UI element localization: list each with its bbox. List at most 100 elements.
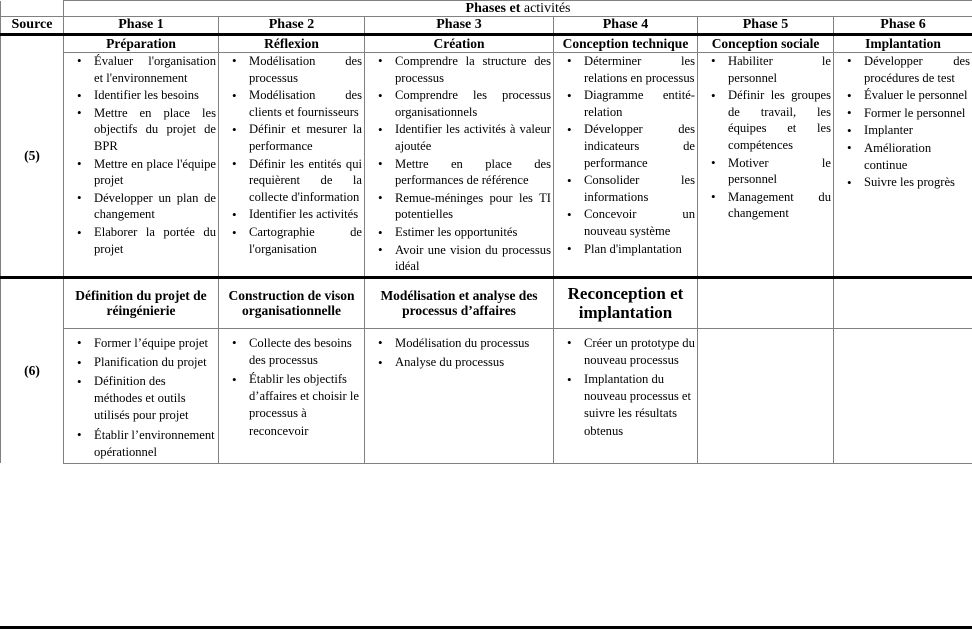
row-6-content-row: Former l’équipe projet Planification du p… bbox=[1, 327, 972, 464]
activity-item: Cartographie de l'organisation bbox=[232, 223, 362, 257]
activities-r6-phase-2: Collecte des besoins des processusÉtabli… bbox=[218, 327, 365, 464]
activity-item: Amélioration continue bbox=[847, 139, 970, 173]
activities-r5-phase-2: Modélisation des processusModélisation d… bbox=[218, 51, 365, 278]
activities-r5-phase-6: Développer des procédures de testÉvaluer… bbox=[832, 51, 972, 278]
activity-item: Identifier les besoins bbox=[77, 87, 216, 104]
activity-list: Collecte des besoins des processusÉtabli… bbox=[219, 334, 364, 440]
activity-item: Former l’équipe projet bbox=[77, 334, 216, 352]
banner-regular-text: activités bbox=[520, 1, 571, 16]
activities-r6-phase-1: Former l’équipe projet Planification du p… bbox=[63, 327, 219, 464]
activity-item: Management du changement bbox=[711, 188, 831, 222]
activities-r5-phase-3: Comprendre la structure des processusCom… bbox=[364, 51, 554, 278]
subtitle-r6-phase-1: Définition du projet de réingénierie bbox=[63, 275, 219, 329]
activity-item: Implanter bbox=[847, 122, 970, 139]
phases-activities-table: Phases et activités Source Phase 1 Phase… bbox=[0, 0, 972, 464]
banner-phases-et-activites: Phases et activités bbox=[62, 0, 972, 18]
activities-r6-phase-5 bbox=[697, 327, 834, 464]
activity-item: Former le personnel bbox=[847, 104, 970, 122]
activity-list: Développer des procédures de testÉvaluer… bbox=[834, 52, 972, 191]
row-5-subtitle-row: (5) Préparation Réflexion Création Conce… bbox=[0, 34, 972, 278]
activity-item: Elaborer la portée du projet bbox=[77, 223, 216, 257]
subtitle-r6-phase-5 bbox=[697, 275, 834, 329]
activity-item: Développer un plan de changement bbox=[77, 189, 216, 223]
subtitle-r5-phase-4: Conception technique bbox=[553, 34, 698, 53]
activity-item: Définition des méthodes et outils utilis… bbox=[77, 373, 216, 424]
activity-item: Analyse du processus bbox=[378, 354, 551, 371]
subtitle-r6-phase-6 bbox=[832, 275, 972, 329]
activity-item: Déterminer les relations en processus bbox=[567, 52, 695, 86]
subtitle-r5-phase-2: Réflexion bbox=[218, 34, 365, 53]
column-header-source: Source bbox=[0, 16, 64, 37]
activity-item: Identifier les activités bbox=[232, 206, 362, 223]
subtitle-r5-phase-5: Conception sociale bbox=[697, 34, 834, 53]
source-cell-6: (6) bbox=[0, 275, 64, 464]
subtitle-r5-phase-3: Création bbox=[364, 34, 554, 53]
activity-item: Développer des indicateurs de performanc… bbox=[567, 121, 695, 171]
activity-item: Mettre en place des performances de réfé… bbox=[378, 155, 551, 189]
column-header-phase-6: Phase 6 bbox=[832, 16, 972, 37]
activity-item: Mettre en place l'équipe projet bbox=[77, 155, 216, 189]
corner-cell-empty bbox=[0, 0, 64, 18]
activities-r6-phase-3: Modélisation du processus Analyse du proc… bbox=[364, 327, 554, 464]
activity-item: Remue-méninges pour les TI potentielles bbox=[378, 189, 551, 223]
activities-r5-phase-1: Évaluer l'organisation et l'environnemen… bbox=[63, 51, 219, 278]
activity-list: Déterminer les relations en processusDia… bbox=[554, 52, 697, 258]
column-header-phase-5: Phase 5 bbox=[697, 16, 834, 37]
column-header-phase-3: Phase 3 bbox=[364, 16, 554, 37]
subtitle-r6-phase-3: Modélisation et analyse des processus d’… bbox=[364, 275, 554, 329]
activity-list: Modélisation du processus Analyse du proc… bbox=[365, 334, 553, 371]
subtitle-r5-phase-6: Implantation bbox=[832, 34, 972, 53]
source-cell-5: (5) bbox=[0, 34, 64, 278]
activity-list: Créer un prototype du nouveau processusI… bbox=[554, 334, 697, 440]
activity-item: Développer des procédures de test bbox=[847, 52, 970, 86]
activity-item: Planification du projet bbox=[77, 354, 216, 371]
activity-list: Comprendre la structure des processusCom… bbox=[365, 52, 553, 275]
activity-list: Habiliter le personnelDéfinir les groupe… bbox=[698, 52, 833, 222]
activities-r5-phase-4: Déterminer les relations en processusDia… bbox=[553, 51, 698, 278]
activity-item: Évaluer l'organisation et l'environnemen… bbox=[77, 52, 216, 86]
activity-item: Concevoir un nouveau système bbox=[567, 206, 695, 239]
activity-list: Évaluer l'organisation et l'environnemen… bbox=[64, 52, 218, 257]
column-header-phase-4: Phase 4 bbox=[553, 16, 698, 37]
activity-item: Habiliter le personnel bbox=[711, 52, 831, 86]
activity-item: Évaluer le personnel bbox=[847, 87, 970, 104]
document-page: Phases et activités Source Phase 1 Phase… bbox=[0, 0, 972, 630]
activity-item: Définir et mesurer la performance bbox=[232, 121, 362, 154]
banner-bold-text: Phases et bbox=[465, 1, 521, 16]
activity-item: Motiver le personnel bbox=[711, 154, 831, 188]
activity-item: Définir les entités qui requièrent de la… bbox=[232, 155, 362, 206]
row-6-subtitle-row: (6) Définition du projet de réingénierie… bbox=[0, 275, 972, 464]
activity-item: Créer un prototype du nouveau processus bbox=[567, 334, 695, 369]
activity-item: Établir les objectifs d’affaires et choi… bbox=[232, 371, 362, 440]
activity-item: Plan d'implantation bbox=[567, 240, 695, 258]
activity-list: Modélisation des processusModélisation d… bbox=[219, 52, 364, 257]
activity-item: Établir l’environnement opérationnel bbox=[77, 426, 216, 461]
activity-item: Suivre les progrès bbox=[847, 174, 970, 191]
activity-item: Modélisation du processus bbox=[378, 334, 551, 352]
activity-item: Collecte des besoins des processus bbox=[232, 334, 362, 369]
activities-r6-phase-6 bbox=[832, 327, 972, 464]
subtitle-r5-phase-1: Préparation bbox=[63, 34, 219, 53]
activity-item: Avoir une vision du processus idéal bbox=[378, 241, 551, 275]
activity-item: Mettre en place les objectifs du projet … bbox=[77, 104, 216, 155]
activity-item: Consolider les informations bbox=[567, 172, 695, 205]
activity-item: Définir les groupes de travail, les équi… bbox=[711, 87, 831, 153]
column-header-phase-2: Phase 2 bbox=[218, 16, 365, 37]
column-header-phase-1: Phase 1 bbox=[63, 16, 219, 37]
activity-item: Identifier les activités à valeur ajouté… bbox=[378, 121, 551, 154]
subtitle-r6-phase-2: Construction de vison organisationnelle bbox=[218, 275, 365, 329]
activity-item: Implantation du nouveau processus et sui… bbox=[567, 371, 695, 440]
table-header-phase-row: Source Phase 1 Phase 2 Phase 3 Phase 4 P… bbox=[0, 16, 972, 37]
activity-item: Diagramme entité-relation bbox=[567, 87, 695, 120]
activity-item: Comprendre la structure des processus bbox=[378, 52, 551, 86]
row-5-content-row: Évaluer l'organisation et l'environnemen… bbox=[1, 51, 972, 278]
activity-item: Comprendre les processus organisationnel… bbox=[378, 87, 551, 120]
table-bottom-rule bbox=[0, 626, 972, 629]
activity-item: Modélisation des clients et fournisseurs bbox=[232, 87, 362, 120]
table-header-banner-row: Phases et activités bbox=[0, 0, 972, 18]
activity-list: Former l’équipe projet Planification du p… bbox=[64, 334, 218, 461]
activities-r5-phase-5: Habiliter le personnelDéfinir les groupe… bbox=[697, 51, 834, 278]
activity-item: Estimer les opportunités bbox=[378, 224, 551, 241]
activity-item: Modélisation des processus bbox=[232, 52, 362, 86]
activities-r6-phase-4: Créer un prototype du nouveau processusI… bbox=[553, 327, 698, 464]
